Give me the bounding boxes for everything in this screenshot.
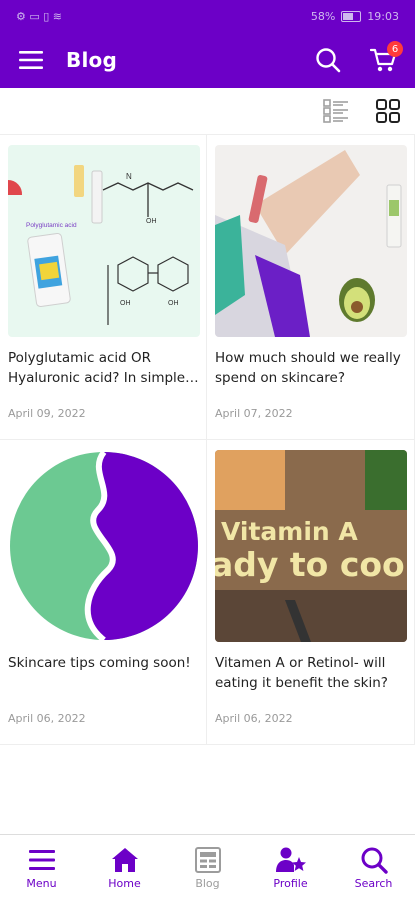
nav-item-menu[interactable]: Menu [7, 845, 77, 890]
page-title: Blog [66, 48, 117, 72]
post-thumbnail[interactable]: Vitamin A ady to cook [215, 450, 407, 642]
profile-star-icon [275, 845, 306, 875]
search-icon [316, 48, 341, 73]
post-date: April 07, 2022 [215, 407, 293, 420]
svg-text:OH: OH [168, 300, 179, 307]
svg-text:OH: OH [146, 218, 157, 225]
list-view-button[interactable] [323, 98, 349, 124]
post-date: April 09, 2022 [8, 407, 86, 420]
thumb-subheadline: ady to cook [215, 545, 407, 584]
post-thumbnail[interactable] [215, 145, 407, 337]
post-title[interactable]: Skincare tips coming soon! [8, 653, 202, 673]
search-icon [359, 845, 389, 875]
blog-card[interactable]: Polyglutamic acid N OH OH OH Polyglutami… [0, 135, 207, 440]
post-title[interactable]: How much should we really spend on skinc… [215, 348, 409, 388]
bottom-navigation: Menu Home Blog Profile Search [0, 834, 415, 900]
grid-view-icon [376, 99, 400, 123]
cart-button[interactable]: 6 [369, 41, 403, 75]
search-button[interactable] [313, 45, 343, 75]
vitamin-a-video-thumbnail: Vitamin A ady to cook [215, 450, 407, 642]
battery-percent: 58% [310, 9, 336, 23]
home-icon [110, 845, 140, 875]
status-right: 58% 19:03 [311, 10, 399, 23]
clock: 19:03 [367, 9, 399, 23]
svg-text:OH: OH [120, 300, 131, 307]
nav-label: Search [354, 877, 393, 890]
blog-card[interactable]: How much should we really spend on skinc… [207, 135, 415, 440]
list-view-icon [323, 99, 348, 123]
post-date: April 06, 2022 [215, 712, 293, 725]
nav-label: Home [108, 877, 141, 890]
menu-icon [19, 51, 43, 69]
post-title[interactable]: Polyglutamic acid OR Hyaluronic acid? In… [8, 348, 202, 388]
status-left: ⚙ ▭ ▯ ≋ [16, 10, 62, 23]
skincare-arm-photo [215, 145, 407, 337]
nav-item-search[interactable]: Search [339, 845, 409, 890]
menu-button[interactable] [16, 45, 46, 75]
post-date: April 06, 2022 [8, 712, 86, 725]
status-bar: ⚙ ▭ ▯ ≋ 58% 19:03 [0, 0, 415, 32]
nav-label: Blog [195, 877, 220, 890]
blog-card[interactable]: Vitamin A ady to cook Vitamen A or Retin… [207, 440, 415, 745]
status-icons: ⚙ ▭ ▯ ≋ [16, 9, 63, 23]
post-title[interactable]: Vitamen A or Retinol- will eating it ben… [215, 653, 409, 693]
post-thumbnail[interactable] [8, 450, 200, 642]
nav-item-profile[interactable]: Profile [256, 845, 326, 890]
app-bar: Blog 6 [0, 32, 415, 88]
nav-label: Profile [273, 877, 308, 890]
svg-text:N: N [126, 172, 132, 181]
nav-item-home[interactable]: Home [90, 845, 160, 890]
grid-view-button[interactable] [375, 98, 401, 124]
blog-grid: Polyglutamic acid N OH OH OH Polyglutami… [0, 135, 415, 745]
battery-icon [341, 10, 362, 22]
nav-label: Menu [26, 877, 57, 890]
view-toggle-bar [0, 88, 415, 135]
cart-count-badge: 6 [387, 41, 403, 57]
blog-card[interactable]: Skincare tips coming soon! April 06, 202… [0, 440, 207, 745]
thumb-label: Polyglutamic acid [26, 222, 77, 229]
skincare-logo-image [8, 450, 200, 642]
nav-item-blog[interactable]: Blog [173, 845, 243, 890]
chemistry-thumbnail-image: Polyglutamic acid N OH OH OH [8, 145, 200, 337]
post-thumbnail[interactable]: Polyglutamic acid N OH OH OH [8, 145, 200, 337]
blog-icon [193, 845, 223, 875]
menu-icon [27, 845, 57, 875]
thumb-headline: Vitamin A [221, 517, 358, 546]
